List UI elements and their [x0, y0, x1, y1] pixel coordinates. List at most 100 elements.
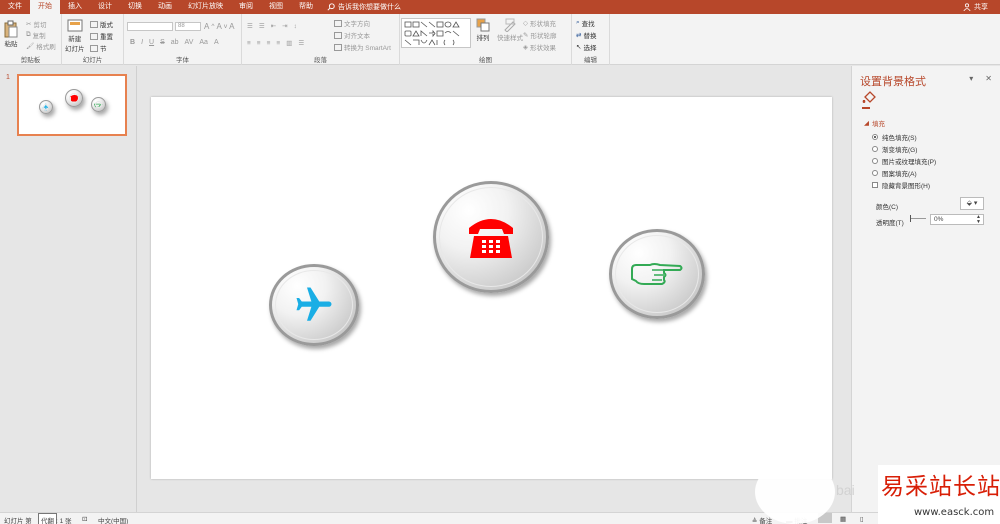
triangle-down-icon: ◢ [864, 120, 869, 127]
search-placeholder: 告诉我你想要做什么 [338, 4, 401, 11]
status-bar: 幻灯片 第 代翻 : 1 张 ⊡ 中文(中国) ≜ 备注 ▬ 批注 ▦ ▯ [0, 512, 1000, 524]
format-painter-button[interactable]: 🖌 格式刷 [26, 41, 56, 51]
tab-transitions[interactable]: 切换 [120, 0, 150, 14]
pane-title: 设置背景格式 [860, 76, 926, 88]
tab-view[interactable]: 视图 [261, 0, 291, 14]
slide-indicator-box: 代翻 [38, 513, 57, 524]
airplane-icon [42, 103, 49, 111]
align-text-button[interactable]: 对齐文本 [334, 30, 370, 40]
align-text-icon [334, 31, 342, 39]
site-logo-name: 易采站长站 [881, 474, 1000, 500]
picture-fill-radio[interactable]: 图片或纹理填充(P) [872, 156, 936, 166]
slide-canvas[interactable] [151, 97, 832, 479]
share-button[interactable]: 共享 [963, 0, 988, 14]
copy-button[interactable]: ⧉ 复制 [26, 30, 46, 40]
replace-button[interactable]: ⇄ 替换 [576, 30, 596, 40]
convert-smartart-button[interactable]: 转换为 SmartArt [334, 42, 391, 52]
fill-tab-indicator [862, 107, 870, 109]
airplane-icon [296, 287, 332, 321]
copy-icon: ⧉ [26, 31, 31, 38]
new-slide-icon [67, 19, 83, 32]
tab-review[interactable]: 审阅 [231, 0, 261, 14]
editing-group: ⌕ 查找 ⇄ 替换 ↖ 选择 编辑 [572, 14, 610, 65]
find-button[interactable]: ⌕ 查找 [576, 18, 595, 28]
hide-background-graphics-checkbox[interactable]: 隐藏背景图形(H) [872, 180, 930, 190]
text-direction-icon [334, 19, 342, 27]
font-group-label: 字体 [176, 57, 189, 64]
spellcheck-icon[interactable]: ⊡ [82, 515, 87, 523]
select-button[interactable]: ↖ 选择 [576, 42, 596, 52]
tell-me-search[interactable]: 告诉我你想要做什么 [327, 2, 401, 12]
slide-thumbnail[interactable] [17, 74, 127, 136]
checkbox-indicator [872, 182, 878, 188]
paint-bucket-icon[interactable] [862, 91, 876, 104]
font-name-combo[interactable] [127, 22, 173, 31]
color-picker-button[interactable]: ⬙ ▾ [960, 197, 984, 210]
cut-button[interactable]: ✂ 剪切 [26, 19, 46, 29]
shapes-gallery[interactable] [401, 18, 471, 48]
slide-sorter-icon[interactable]: ▦ [840, 515, 846, 523]
hand-button-shape[interactable] [609, 229, 705, 319]
chevron-down-icon[interactable]: ▾ [969, 74, 973, 83]
thumb-hand-button [91, 97, 106, 112]
slide-number: 1 [6, 74, 10, 81]
find-icon: ⌕ [576, 19, 580, 26]
section-button[interactable]: 节 [90, 43, 107, 53]
layout-icon [90, 20, 98, 28]
tab-insert[interactable]: 插入 [60, 0, 90, 14]
shapes-gallery-icons [404, 21, 460, 46]
solid-fill-radio[interactable]: 纯色填充(S) [872, 132, 917, 142]
font-grow-shrink[interactable]: A ^ Av A [204, 22, 234, 31]
watermark-blob [755, 460, 835, 524]
slides-group: 新建 幻灯片 版式 重置 节 幻灯片 [62, 14, 124, 65]
close-icon[interactable]: ✕ [985, 74, 992, 83]
tab-file[interactable]: 文件 [0, 0, 30, 14]
transparency-slider[interactable] [910, 218, 926, 219]
section-icon [90, 44, 98, 52]
phone-button-shape[interactable] [433, 181, 549, 293]
telephone-icon [469, 219, 513, 258]
paint-bucket-icon: ⬙ [966, 200, 972, 207]
clipboard-group: 粘贴 ✂ 剪切 ⧉ 复制 🖌 格式刷 剪贴板 [0, 14, 62, 65]
layout-button[interactable]: 版式 [90, 19, 113, 29]
reset-button[interactable]: 重置 [90, 31, 113, 41]
gradient-fill-radio[interactable]: 渐变填充(G) [872, 144, 917, 154]
shape-fill-button[interactable]: ◇ 形状填充 [523, 18, 556, 28]
paste-button[interactable]: 粘贴 [3, 20, 19, 48]
plane-button-shape[interactable] [269, 264, 359, 346]
thumb-phone-button [65, 89, 83, 107]
fill-section-header[interactable]: ◢ 填充 [864, 118, 885, 128]
spin-icon: ▲ ▼ [976, 214, 981, 225]
shape-effects-button[interactable]: ◈ 形状效果 [523, 42, 556, 52]
text-direction-button[interactable]: 文字方向 [334, 18, 370, 28]
new-slide-button[interactable]: 新建 幻灯片 [65, 19, 85, 53]
list-buttons[interactable]: ☰ ☰ ⇤ ⇥ ↕ [247, 22, 297, 31]
transparency-input[interactable]: 0% ▲ ▼ [930, 214, 984, 225]
tab-design[interactable]: 设计 [90, 0, 120, 14]
brush-icon: 🖌 [26, 43, 35, 50]
menu-bar: 文件 开始 插入 设计 切换 动画 幻灯片放映 审阅 视图 帮助 告诉我你想要做… [0, 0, 1000, 14]
font-size-combo[interactable]: 88 [175, 22, 201, 31]
clipboard-group-label: 剪贴板 [20, 57, 41, 64]
radio-indicator [872, 146, 878, 152]
shape-outline-button[interactable]: ✎ 形状轮廓 [523, 30, 556, 40]
tab-slideshow[interactable]: 幻灯片放映 [180, 0, 231, 14]
site-logo: 易采站长站 www.easck.com [878, 465, 1000, 524]
tab-help[interactable]: 帮助 [291, 0, 321, 14]
reading-view-icon[interactable]: ▯ [860, 515, 864, 523]
transparency-slider-thumb[interactable] [910, 215, 911, 222]
scissors-icon: ✂ [26, 21, 32, 28]
arrange-button[interactable]: 排列 [476, 18, 490, 42]
pattern-fill-radio[interactable]: 图案填充(A) [872, 168, 917, 178]
quick-styles-button[interactable]: 快速样式 [497, 18, 523, 42]
tab-animations[interactable]: 动画 [150, 0, 180, 14]
tab-home[interactable]: 开始 [30, 0, 60, 14]
slide-indicator-prefix: 幻灯片 第 [4, 518, 32, 524]
align-buttons[interactable]: ≡ ≡ ≡ ≡ ▥ ☰ [247, 39, 304, 48]
font-style-buttons[interactable]: B I U Sab AV Aa A [130, 39, 219, 46]
editing-group-label: 编辑 [584, 57, 597, 64]
language-indicator[interactable]: 中文(中国) [98, 515, 128, 524]
paragraph-group-label: 段落 [314, 57, 327, 64]
arrange-icon [476, 18, 490, 32]
smartart-icon [334, 43, 342, 51]
